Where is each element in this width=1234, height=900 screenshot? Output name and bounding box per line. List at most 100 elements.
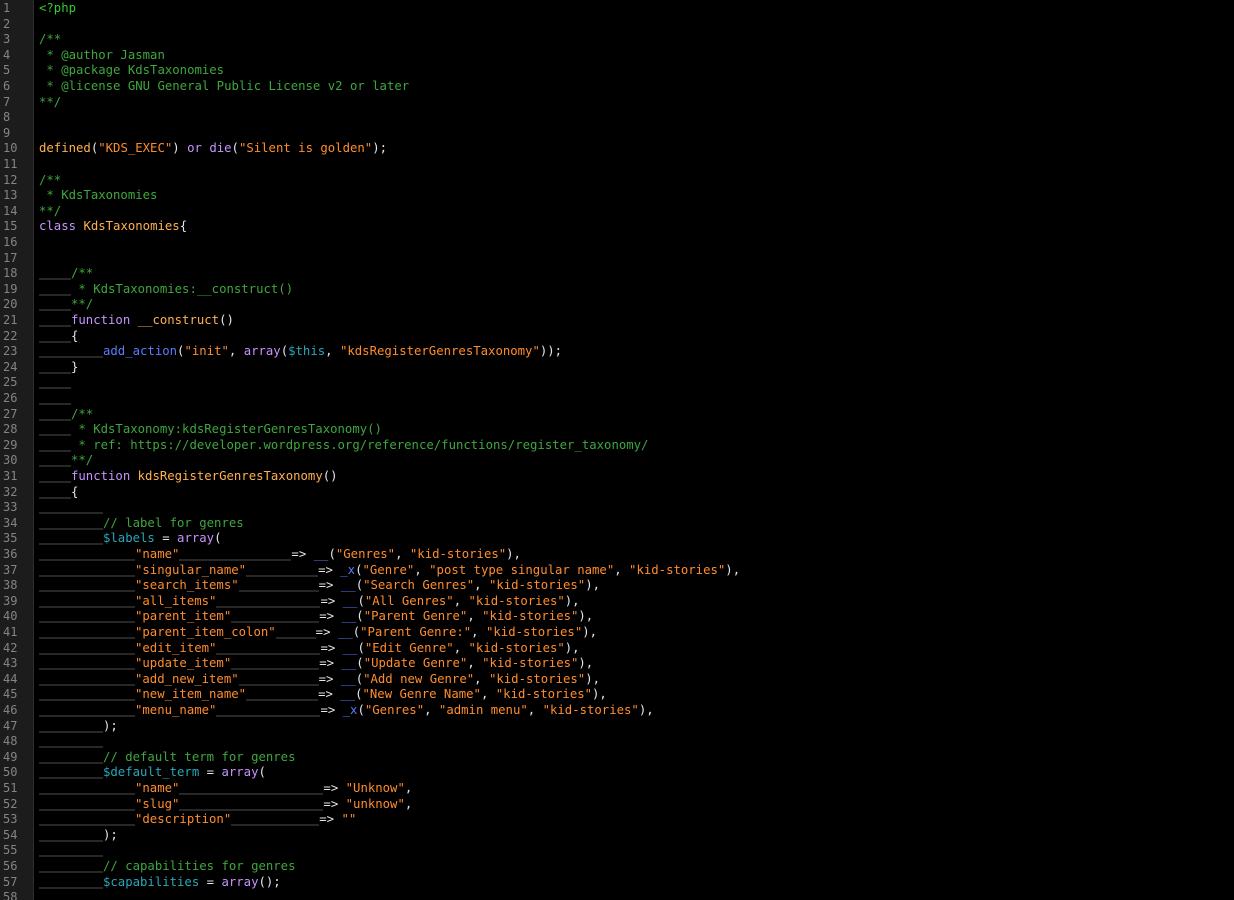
line-number: 40 [3,609,18,624]
code-line[interactable]: **/ [39,297,93,313]
code-token-plain: ), [564,593,580,608]
code-line[interactable]: function kdsRegisterGenresTaxonomy() [39,469,338,485]
code-line[interactable]: function __construct() [39,313,234,329]
code-token-string: "Edit Genre" [364,640,454,655]
code-line[interactable]: **/ [39,453,93,469]
indent-guide [39,344,103,360]
code-token-string: "Update Genre" [363,656,468,671]
code-line[interactable]: "add_new_item" => __("Add new Genre", "ki… [39,671,600,688]
code-token-plain: ( [280,344,289,359]
indent-guide [39,391,71,407]
line-number: 38 [3,578,18,593]
code-line[interactable]: "edit_item" => __("Edit Genre", "kid-stor… [39,640,580,657]
code-line[interactable]: "new_item_name" => __("New Genre Name", "… [39,687,607,703]
code-line[interactable]: "name" => __("Genres", "kid-stories"), [39,547,521,563]
code-line[interactable]: /** [39,406,93,423]
code-token-string: "kid-stories" [495,687,593,702]
code-line[interactable]: /** [39,173,61,189]
code-token-plain: ); [103,827,118,842]
code-line[interactable] [39,500,103,516]
code-line[interactable]: "singular_name" => _x("Genre", "post type… [39,562,740,579]
code-line[interactable]: add_action("init", array($this, "kdsRegi… [39,344,562,360]
code-line[interactable]: ); [39,718,118,735]
alignment-guide [179,781,324,797]
code-line[interactable]: "slug" => "unknow", [39,796,412,813]
line-number: 37 [3,562,18,577]
code-line[interactable]: * ref: https://developer.wordpress.org/r… [39,437,648,454]
code-token-builtin: __ [341,609,357,624]
code-token-string: "add_new_item" [135,671,239,686]
code-line[interactable]: **/ [39,95,61,111]
code-line[interactable]: * @package KdsTaxonomies [39,63,224,79]
code-line[interactable]: /** [39,266,93,282]
indent-guide [39,281,71,298]
code-line[interactable]: * @author Jasman [39,48,164,64]
code-token-plain: ), [592,687,607,702]
code-line[interactable]: * @license GNU General Public License v2… [39,79,409,95]
code-line[interactable]: "search_items" => __("Search Genres", "ki… [39,578,600,594]
code-token-plain: { [179,219,188,234]
code-line[interactable]: "update_item" => __("Update Genre", "kid-… [39,656,593,672]
code-area[interactable]: <?php /** * @author Jasman * @package Kds… [34,0,1234,900]
code-token-plain: ), [638,703,654,717]
code-line[interactable]: "name" => "Unknow", [39,781,412,797]
code-token-string: "parent_item" [135,609,232,624]
code-line[interactable] [39,843,103,859]
code-token-builtin: __ [341,656,357,671]
code-line[interactable]: "description" => "" [39,812,356,828]
code-token-plain: , [527,703,543,717]
code-line[interactable]: "all_items" => __("All Genres", "kid-stor… [39,593,580,610]
line-number: 9 [3,125,11,140]
indent-guide [39,640,135,657]
code-line[interactable]: ); [39,827,118,844]
code-token-plain: , [474,671,489,686]
code-line[interactable]: // label for genres [39,515,244,532]
code-token-string: "Unknow" [345,781,405,795]
code-editor[interactable]: 1 2 3 4 5 6 7 8 9 10 11 12 13 14 15 16 17 18 19 20 21 22 23 24 2… [0,0,1234,900]
indent-guide [39,671,135,688]
code-token-plain: ( [328,547,336,561]
code-line[interactable]: <?php [39,1,76,17]
code-token-builtin: __ [340,687,356,702]
indent-guide [39,703,135,719]
code-line[interactable]: $capabilities = array(); [39,874,281,891]
code-token-comment: // label for genres [103,515,244,530]
line-number: 28 [3,422,18,437]
code-line[interactable]: **/ [39,204,61,220]
code-token-string: "singular_name" [135,562,247,577]
line-number: 21 [3,313,18,327]
code-line[interactable]: $labels = array( [39,531,221,547]
code-token-string: "kid-stories" [629,562,726,577]
line-number: 48 [3,734,18,749]
code-line[interactable]: { [39,328,78,345]
code-token-string: "kid-stories" [485,625,583,639]
code-line[interactable]: "menu_name" => _x("Genres", "admin menu",… [39,703,654,719]
code-line[interactable]: * KdsTaxonomies:__construct() [39,281,293,298]
line-number: 50 [3,765,18,780]
code-token-string: "Parent Genre:" [360,625,472,639]
code-line[interactable] [39,890,103,900]
code-line[interactable]: defined("KDS_EXEC") or die("Silent is go… [39,141,387,157]
code-line[interactable]: $default_term = array( [39,765,266,781]
code-token-plain: ) [172,141,188,156]
code-line[interactable]: // capabilities for genres [39,859,296,875]
code-token-plain: ( [357,640,365,655]
code-line[interactable] [39,375,71,391]
code-line[interactable]: class KdsTaxonomies{ [39,219,187,235]
code-token-plain: ( [355,578,364,593]
code-line[interactable]: * KdsTaxonomy:kdsRegisterGenresTaxonomy(… [39,422,382,438]
code-line[interactable]: "parent_item" => __("Parent Genre", "kid-… [39,609,593,625]
code-line[interactable]: // default term for genres [39,749,296,766]
code-line[interactable] [39,734,103,750]
code-line[interactable]: } [39,359,78,376]
code-line[interactable]: "parent_item_colon" => __("Parent Genre:"… [39,625,597,641]
code-token-builtin: add_action [103,344,178,359]
code-token-keyword: array [243,344,281,359]
code-line[interactable]: /** [39,32,61,48]
code-line[interactable] [39,391,71,407]
alignment-guide [216,640,321,657]
code-line[interactable]: * KdsTaxonomies [39,188,157,204]
code-line[interactable]: { [39,484,78,501]
line-number: 7 [3,94,11,109]
indent-guide [39,531,103,547]
